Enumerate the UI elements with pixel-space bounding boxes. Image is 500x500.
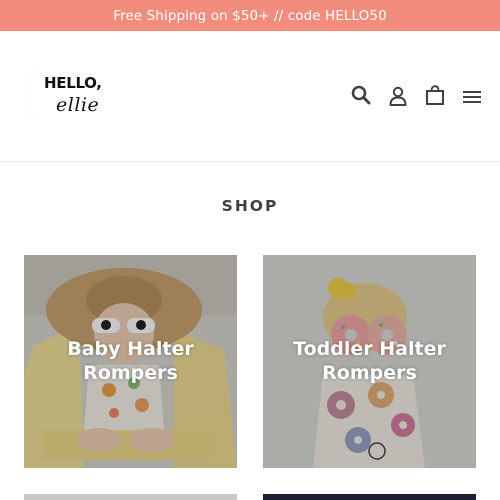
collection-card-baby-halter-rompers[interactable]: Baby Halter Rompers [24, 255, 237, 468]
collection-title: Toddler Halter Rompers [293, 338, 446, 384]
collection-card-toddler-halter-rompers[interactable]: Toddler Halter Rompers [263, 255, 476, 468]
menu-button[interactable] [457, 82, 487, 112]
announcement-bar[interactable]: Free Shipping on $50+ // code HELLO50 [0, 0, 500, 31]
logo-ellie-text: ellie [56, 94, 100, 116]
account-icon [389, 86, 407, 106]
logo-hello-text: HELLO, [44, 74, 102, 92]
page-title: SHOP [221, 197, 279, 215]
account-button[interactable] [383, 81, 413, 111]
collection-title: Baby Halter Rompers [67, 338, 194, 384]
collection-card-4[interactable] [263, 494, 476, 500]
site-header: HELLO, ellie [0, 31, 500, 162]
cart-button[interactable] [420, 80, 450, 110]
collection-card-3[interactable] [24, 494, 237, 500]
search-icon [351, 85, 371, 105]
announcement-text: Free Shipping on $50+ // code HELLO50 [113, 7, 387, 24]
search-button[interactable] [346, 80, 376, 110]
cart-icon [426, 85, 444, 105]
menu-icon [463, 91, 481, 103]
logo[interactable]: HELLO, ellie [24, 53, 108, 139]
